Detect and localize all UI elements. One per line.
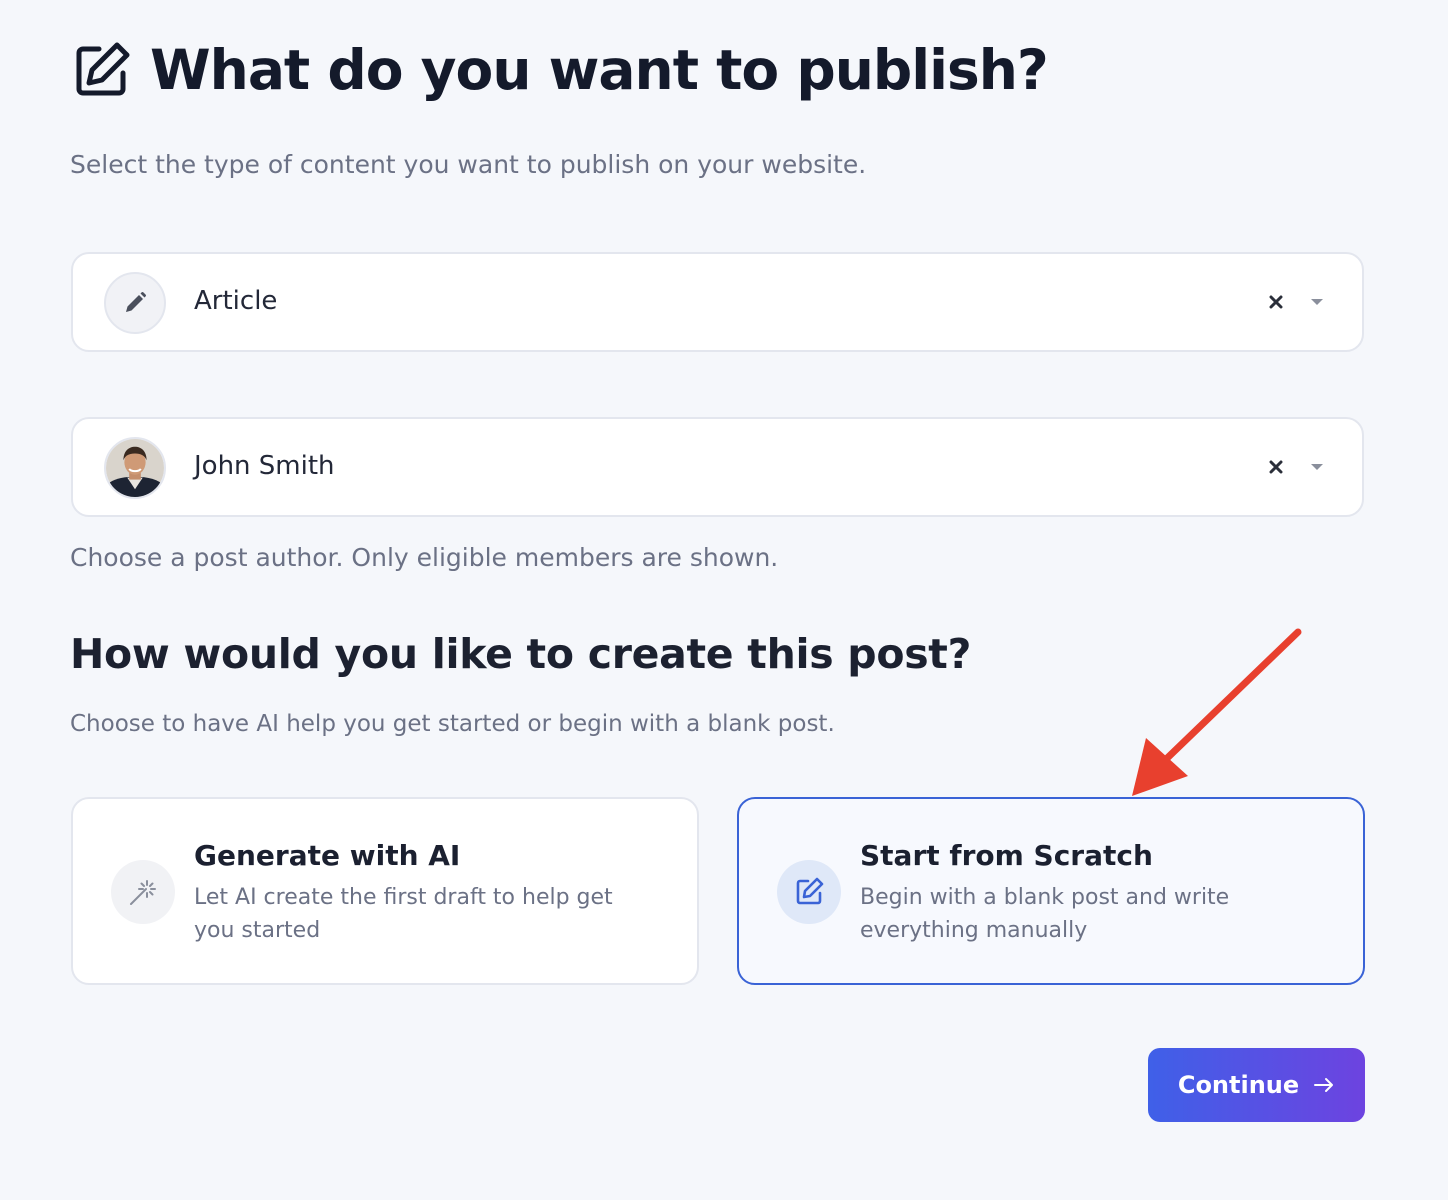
option-description: Begin with a blank post and write everyt… xyxy=(860,885,1230,943)
clear-icon[interactable] xyxy=(1266,292,1286,312)
chevron-down-icon[interactable] xyxy=(1307,295,1327,309)
content-type-select[interactable]: Article xyxy=(71,252,1364,352)
author-helper-text: Choose a post author. Only eligible memb… xyxy=(70,543,779,572)
continue-label: Continue xyxy=(1177,1071,1300,1099)
creation-heading: How would you like to create this post? xyxy=(70,630,972,678)
creation-subheading: Choose to have AI help you get started o… xyxy=(70,711,835,737)
page-title: What do you want to publish? xyxy=(150,38,1049,102)
magic-wand-icon xyxy=(111,860,175,924)
arrow-right-icon xyxy=(1313,1071,1335,1099)
option-title: Generate with AI xyxy=(194,839,461,872)
continue-button[interactable]: Continue xyxy=(1148,1048,1365,1122)
title-row: What do you want to publish? xyxy=(72,38,1049,102)
option-start-from-scratch[interactable]: Start from Scratch Begin with a blank po… xyxy=(737,797,1365,985)
annotation-arrow-icon xyxy=(1132,628,1302,796)
pencil-icon xyxy=(104,272,166,334)
option-title: Start from Scratch xyxy=(860,839,1153,872)
author-avatar xyxy=(104,437,166,499)
edit-square-icon xyxy=(777,860,841,924)
author-select[interactable]: John Smith xyxy=(71,417,1364,517)
chevron-down-icon[interactable] xyxy=(1307,460,1327,474)
option-generate-with-ai[interactable]: Generate with AI Let AI create the first… xyxy=(71,797,699,985)
content-type-value: Article xyxy=(194,286,278,316)
clear-icon[interactable] xyxy=(1266,457,1286,477)
option-description: Let AI create the first draft to help ge… xyxy=(194,885,613,943)
author-value: John Smith xyxy=(194,451,335,481)
page-subtitle: Select the type of content you want to p… xyxy=(70,150,867,179)
publish-wizard-page: What do you want to publish? Select the … xyxy=(0,0,1448,1200)
edit-square-icon xyxy=(72,40,132,100)
